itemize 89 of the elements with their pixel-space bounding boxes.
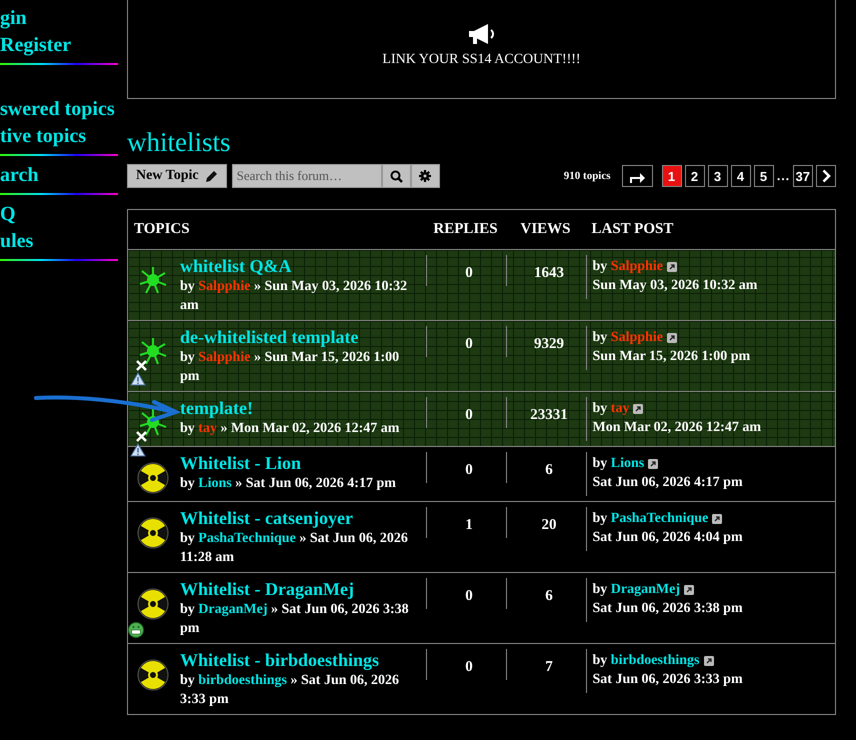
page-button[interactable]: 37 bbox=[792, 165, 813, 187]
topic-byline: by Salpphie » Sun May 03, 2026 10:32 am bbox=[180, 278, 408, 315]
topic-count: 910 topics bbox=[564, 170, 611, 182]
by-label: by bbox=[592, 259, 608, 274]
search-icon bbox=[390, 170, 403, 182]
search-button[interactable] bbox=[382, 164, 411, 188]
last-author-link[interactable]: PashaTechnique bbox=[610, 511, 708, 526]
topic-title-link[interactable]: Whitelist - Lion bbox=[180, 452, 400, 474]
pencil-icon bbox=[204, 170, 218, 182]
topic-title-link[interactable]: Whitelist - DraganMej bbox=[180, 578, 426, 600]
link-icon[interactable] bbox=[633, 404, 644, 414]
by-label: by bbox=[592, 456, 608, 471]
replies-cell: 0 bbox=[426, 255, 506, 286]
author-link[interactable]: birbdoesthings bbox=[198, 673, 287, 688]
settings-button[interactable] bbox=[410, 164, 440, 188]
views-cell: 9329 bbox=[506, 326, 586, 357]
by-label: by bbox=[592, 582, 608, 597]
sidebar-link[interactable]: ules bbox=[0, 228, 118, 255]
last-post-date: Sat Jun 06, 2026 3:38 pm bbox=[592, 600, 744, 618]
column-header: LAST POST bbox=[586, 210, 836, 250]
author-link[interactable]: Lions bbox=[198, 476, 232, 491]
views-cell: 6 bbox=[506, 452, 586, 483]
chevron-right-icon bbox=[822, 169, 830, 183]
last-post-date: Sat Jun 06, 2026 3:33 pm bbox=[592, 671, 744, 689]
column-header: REPLIES bbox=[426, 210, 506, 250]
topic-title-link[interactable]: whitelist Q&A bbox=[180, 255, 426, 277]
page-ellipsis: … bbox=[776, 168, 790, 184]
sidebar-link[interactable]: Register bbox=[0, 32, 118, 59]
sidebar-link[interactable]: tive topics bbox=[0, 123, 118, 150]
notice-text[interactable]: LINK YOUR SS14 ACCOUNT!!!! bbox=[382, 52, 581, 68]
views-cell: 1643 bbox=[506, 255, 586, 286]
last-author-link[interactable]: birbdoesthings bbox=[610, 653, 700, 668]
topic-byline: by Salpphie » Sun Mar 15, 2026 1:00 pm bbox=[180, 349, 400, 386]
settings-icon bbox=[419, 170, 432, 182]
column-header: VIEWS bbox=[506, 210, 586, 250]
topic-title-link[interactable]: Whitelist - catsenjoyer bbox=[180, 507, 426, 529]
views-cell: 7 bbox=[506, 649, 586, 680]
column-header: TOPICS bbox=[128, 210, 426, 250]
replies-cell: 0 bbox=[426, 397, 506, 428]
by-label: by bbox=[592, 330, 608, 345]
sidebar-link[interactable]: Q bbox=[0, 201, 118, 228]
new-topic-button[interactable]: New Topic bbox=[127, 164, 227, 188]
topic-byline: by tay » Mon Mar 02, 2026 12:47 am bbox=[180, 420, 400, 438]
sidebar-link[interactable]: gin bbox=[0, 5, 118, 32]
replies-cell: 0 bbox=[426, 649, 506, 680]
page-button[interactable]: 2 bbox=[684, 165, 705, 187]
replies-cell: 0 bbox=[426, 452, 506, 483]
sidebar-link[interactable]: swered topics bbox=[0, 96, 118, 123]
link-icon[interactable] bbox=[666, 262, 677, 272]
replies-cell: 1 bbox=[426, 507, 506, 538]
by-label: by bbox=[592, 511, 608, 526]
page-button[interactable]: 5 bbox=[754, 165, 774, 187]
replies-cell: 0 bbox=[426, 326, 506, 357]
views-cell: 20 bbox=[506, 507, 586, 538]
author-link[interactable]: DraganMej bbox=[198, 602, 268, 617]
megaphone-icon bbox=[466, 22, 496, 46]
next-page-button[interactable] bbox=[816, 165, 836, 187]
last-author-link[interactable]: Lions bbox=[610, 456, 644, 471]
topic-byline: by birbdoesthings » Sat Jun 06, 2026 3:33 pm bbox=[180, 672, 400, 709]
replies-cell: 0 bbox=[426, 578, 506, 609]
link-icon[interactable] bbox=[666, 332, 677, 343]
search-field[interactable]: Search this forum… bbox=[232, 164, 382, 188]
last-post-date: Mon Mar 02, 2026 12:47 am bbox=[592, 419, 762, 437]
last-author-link[interactable]: DraganMej bbox=[610, 582, 680, 597]
page-button[interactable]: 4 bbox=[730, 165, 751, 187]
link-icon[interactable] bbox=[684, 584, 694, 595]
sidebar-link[interactable]: arch bbox=[0, 162, 118, 189]
by-label: by bbox=[592, 653, 608, 668]
author-link[interactable]: PashaTechnique bbox=[198, 531, 296, 546]
last-post-date: Sat Jun 06, 2026 4:17 pm bbox=[592, 474, 744, 492]
topic-byline: by DraganMej » Sat Jun 06, 2026 3:38 pm bbox=[180, 601, 410, 638]
link-icon[interactable] bbox=[704, 656, 714, 666]
by-label: by bbox=[592, 401, 608, 416]
topic-byline: by PashaTechnique » Sat Jun 06, 2026 11:28 am bbox=[180, 530, 409, 567]
topic-title-link[interactable]: template! bbox=[180, 397, 404, 419]
last-post-date: Sun Mar 15, 2026 1:00 pm bbox=[592, 348, 752, 366]
link-icon[interactable] bbox=[712, 514, 722, 524]
last-post-date: Sat Jun 06, 2026 4:04 pm bbox=[592, 529, 744, 547]
topic-byline: by Lions » Sat Jun 06, 2026 4:17 pm bbox=[180, 475, 397, 493]
topic-title-link[interactable]: Whitelist - birbdoesthings bbox=[180, 649, 426, 671]
page-button[interactable]: 1 bbox=[662, 165, 682, 187]
views-cell: 23331 bbox=[506, 397, 586, 428]
topic-title-link[interactable]: de-whitelisted template bbox=[180, 326, 426, 348]
link-icon[interactable] bbox=[648, 458, 658, 469]
last-post-date: Sun May 03, 2026 10:32 am bbox=[592, 277, 758, 295]
page-button[interactable]: 3 bbox=[708, 165, 728, 187]
forum-title[interactable]: whitelists bbox=[127, 127, 836, 157]
views-cell: 6 bbox=[506, 578, 586, 609]
jump-button[interactable] bbox=[622, 165, 653, 187]
